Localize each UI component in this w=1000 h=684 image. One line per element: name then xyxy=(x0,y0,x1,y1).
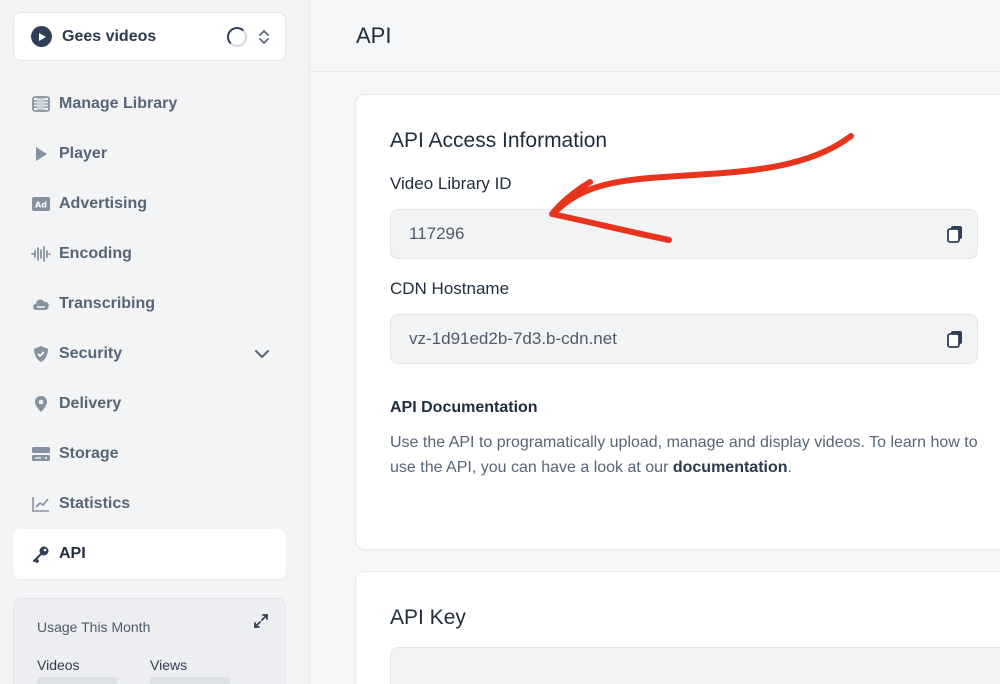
header: API xyxy=(310,0,1000,72)
api-key-field[interactable] xyxy=(390,647,1000,684)
doc-text-part2: . xyxy=(787,459,792,476)
cloud-icon xyxy=(31,294,51,314)
cdn-hostname-field[interactable]: vz-1d91ed2b-7d3.b-cdn.net xyxy=(390,314,978,364)
sidebar-item-security[interactable]: Security xyxy=(13,329,286,379)
chevron-up-down-icon[interactable] xyxy=(257,27,271,47)
library-id-label: Video Library ID xyxy=(390,174,512,193)
sidebar-item-encoding[interactable]: Encoding xyxy=(13,229,286,279)
ad-icon: Ad xyxy=(31,194,51,214)
film-icon xyxy=(31,94,51,114)
sidebar-item-delivery[interactable]: Delivery xyxy=(13,379,286,429)
cdn-hostname-label: CDN Hostname xyxy=(390,279,510,298)
sidebar-item-label: Player xyxy=(59,145,108,162)
cdn-hostname-value: vz-1d91ed2b-7d3.b-cdn.net xyxy=(409,329,617,348)
card-title: API Access Information xyxy=(390,129,608,152)
chevron-down-icon[interactable] xyxy=(252,344,272,364)
documentation-link[interactable]: documentation xyxy=(673,459,788,476)
api-documentation-text: Use the API to programatically upload, m… xyxy=(390,430,980,480)
page-title: API xyxy=(356,23,392,48)
sidebar-item-transcribing[interactable]: Transcribing xyxy=(13,279,286,329)
map-pin-icon xyxy=(31,394,51,414)
api-access-card: API Access Information Video Library ID … xyxy=(355,94,1000,550)
sidebar: Gees videos Manage Library Player Ad Adv… xyxy=(0,0,310,684)
api-documentation-heading: API Documentation xyxy=(390,399,538,416)
expand-icon[interactable] xyxy=(253,613,269,629)
copy-icon[interactable] xyxy=(945,329,965,349)
sidebar-item-label: Manage Library xyxy=(59,95,178,112)
library-id-value: 117296 xyxy=(409,224,465,243)
sidebar-item-advertising[interactable]: Ad Advertising xyxy=(13,179,286,229)
usage-views-bar xyxy=(150,677,230,684)
sidebar-item-manage-library[interactable]: Manage Library xyxy=(13,79,286,129)
chart-line-icon xyxy=(31,494,51,514)
key-icon xyxy=(31,544,51,564)
shield-icon xyxy=(31,344,51,364)
sidebar-item-label: Advertising xyxy=(59,195,148,212)
sidebar-item-label: Transcribing xyxy=(59,295,156,312)
sidebar-item-label: Statistics xyxy=(59,495,131,512)
sidebar-item-storage[interactable]: Storage xyxy=(13,429,286,479)
sidebar-item-label: Storage xyxy=(59,445,119,462)
sidebar-item-label: API xyxy=(59,545,86,562)
sidebar-item-statistics[interactable]: Statistics xyxy=(13,479,286,529)
waveform-icon xyxy=(31,244,51,264)
card-title: API Key xyxy=(390,606,466,629)
sidebar-item-player[interactable]: Player xyxy=(13,129,286,179)
usage-videos-bar xyxy=(37,677,117,684)
library-name: Gees videos xyxy=(62,27,157,45)
sidebar-item-label: Delivery xyxy=(59,395,122,412)
library-switcher[interactable]: Gees videos xyxy=(13,12,286,61)
sidebar-item-label: Security xyxy=(59,345,123,362)
svg-text:Ad: Ad xyxy=(35,201,47,210)
storage-icon xyxy=(31,444,51,464)
usage-title: Usage This Month xyxy=(37,619,151,635)
api-key-card: API Key xyxy=(355,571,1000,684)
usage-panel: Usage This Month Videos Views xyxy=(13,598,286,684)
library-id-field[interactable]: 117296 xyxy=(390,209,978,259)
sidebar-nav: Manage Library Player Ad Advertising Enc… xyxy=(13,79,286,579)
copy-icon[interactable] xyxy=(945,224,965,244)
loading-spinner-icon xyxy=(227,26,247,47)
sidebar-item-label: Encoding xyxy=(59,245,132,262)
play-circle-icon xyxy=(31,26,52,47)
play-icon xyxy=(31,144,51,164)
sidebar-item-api[interactable]: API xyxy=(13,529,286,579)
usage-videos-label: Videos xyxy=(37,657,80,673)
usage-views-label: Views xyxy=(150,657,188,673)
